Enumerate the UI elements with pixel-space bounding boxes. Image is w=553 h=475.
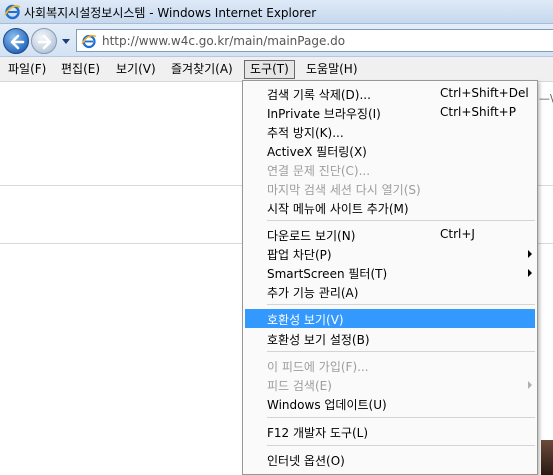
menu-item-label: 인터넷 옵션(O) (267, 454, 345, 468)
menu-item-internet-options[interactable]: 인터넷 옵션(O) (245, 450, 535, 469)
page-image (541, 440, 553, 475)
menu-item-label: InPrivate 브라우징(I) (267, 107, 381, 121)
menu-separator (267, 351, 535, 352)
menu-item-compatibility-view[interactable]: 호환성 보기(V) (245, 309, 535, 328)
menu-separator (267, 417, 535, 418)
menu-help[interactable]: 도움말(H) (301, 60, 363, 79)
menu-item-shortcut: Ctrl+Shift+Del (440, 86, 529, 100)
internet-explorer-icon (4, 3, 21, 20)
submenu-arrow-icon (528, 250, 532, 258)
menu-item-label: F12 개발자 도구(L) (267, 426, 369, 440)
menu-item-tracking-protection[interactable]: 추적 방지(K)... (245, 122, 535, 141)
arrow-left-icon (10, 34, 25, 50)
menu-item-manage-addons[interactable]: 추가 기능 관리(A) (245, 282, 535, 301)
menu-item-windows-update[interactable]: Windows 업데이트(U) (245, 394, 535, 413)
menu-edit[interactable]: 편집(E) (56, 60, 105, 79)
menu-item-label: 호환성 보기(V) (267, 313, 344, 327)
menu-item-delete-history[interactable]: 검색 기록 삭제(D)... Ctrl+Shift+Del (245, 84, 535, 103)
title-bar: 사회복지시설정보시스템 - Windows Internet Explorer (0, 0, 553, 24)
menu-item-reopen-last-session[interactable]: 마지막 검색 세션 다시 열기(S) (245, 179, 535, 198)
menu-item-inprivate[interactable]: InPrivate 브라우징(I) Ctrl+Shift+P (245, 103, 535, 122)
menu-item-compatibility-view-settings[interactable]: 호환성 보기 설정(B) (245, 329, 535, 348)
menu-item-label: Windows 업데이트(U) (267, 398, 387, 412)
menu-item-shortcut: Ctrl+J (440, 227, 475, 241)
address-bar[interactable]: http://www.w4c.go.kr/main/mainPage.do (76, 29, 553, 52)
menu-separator (267, 445, 535, 446)
menu-item-label: 마지막 검색 세션 다시 열기(S) (267, 183, 421, 197)
submenu-arrow-icon (528, 269, 532, 277)
menu-item-label: ActiveX 필터링(X) (267, 145, 367, 159)
menu-item-feed-discovery[interactable]: 피드 검색(E) (245, 375, 535, 394)
page-divider (538, 243, 553, 244)
menu-item-label: 팝업 차단(P) (267, 248, 332, 262)
page-divider (0, 243, 242, 244)
address-url: http://www.w4c.go.kr/main/mainPage.do (102, 34, 346, 48)
menu-bar: 파일(F) 편집(E) 보기(V) 즐겨찾기(A) 도구(T) 도움말(H) (0, 57, 553, 82)
menu-item-popup-blocker[interactable]: 팝업 차단(P) (245, 244, 535, 263)
menu-item-label: 검색 기록 삭제(D)... (267, 88, 371, 102)
menu-item-label: 추적 방지(K)... (267, 126, 344, 140)
forward-button[interactable] (31, 28, 57, 54)
arrow-right-icon (37, 34, 52, 50)
submenu-arrow-icon (528, 381, 532, 389)
page-text-fragment: —\ (539, 92, 553, 105)
menu-item-developer-tools[interactable]: F12 개발자 도구(L) (245, 422, 535, 441)
menu-separator (267, 304, 535, 305)
menu-item-smartscreen-filter[interactable]: SmartScreen 필터(T) (245, 263, 535, 282)
menu-item-subscribe-feed[interactable]: 이 피드에 가입(F)... (245, 356, 535, 375)
menu-item-activex-filtering[interactable]: ActiveX 필터링(X) (245, 141, 535, 160)
menu-item-label: 호환성 보기 설정(B) (267, 333, 370, 347)
menu-item-label: 추가 기능 관리(A) (267, 286, 359, 300)
menu-item-view-downloads[interactable]: 다운로드 보기(N) Ctrl+J (245, 225, 535, 244)
page-divider (538, 185, 553, 186)
menu-separator (267, 220, 535, 221)
menu-item-shortcut: Ctrl+Shift+P (440, 105, 516, 119)
page-divider (0, 185, 242, 186)
menu-item-label: 이 피드에 가입(F)... (267, 360, 369, 374)
menu-item-label: SmartScreen 필터(T) (267, 267, 388, 281)
menu-tools[interactable]: 도구(T) (244, 60, 295, 79)
recent-pages-dropdown-icon[interactable] (60, 36, 72, 46)
menu-item-diagnose-connection[interactable]: 연결 문제 진단(C)... (245, 160, 535, 179)
page-favicon-icon (81, 33, 97, 49)
back-button[interactable] (3, 28, 29, 54)
window-title: 사회복지시설정보시스템 - Windows Internet Explorer (24, 6, 317, 20)
menu-item-label: 다운로드 보기(N) (267, 229, 356, 243)
menu-item-label: 피드 검색(E) (267, 379, 332, 393)
menu-favorites[interactable]: 즐겨찾기(A) (166, 60, 238, 79)
menu-item-label: 연결 문제 진단(C)... (267, 164, 371, 178)
menu-view[interactable]: 보기(V) (111, 60, 161, 79)
navigation-bar: http://www.w4c.go.kr/main/mainPage.do (0, 24, 553, 57)
menu-file[interactable]: 파일(F) (3, 60, 51, 79)
menu-item-add-to-start-menu[interactable]: 시작 메뉴에 사이트 추가(M) (245, 198, 535, 217)
menu-item-label: 시작 메뉴에 사이트 추가(M) (267, 202, 409, 216)
tools-menu: 검색 기록 삭제(D)... Ctrl+Shift+Del InPrivate … (242, 80, 538, 475)
